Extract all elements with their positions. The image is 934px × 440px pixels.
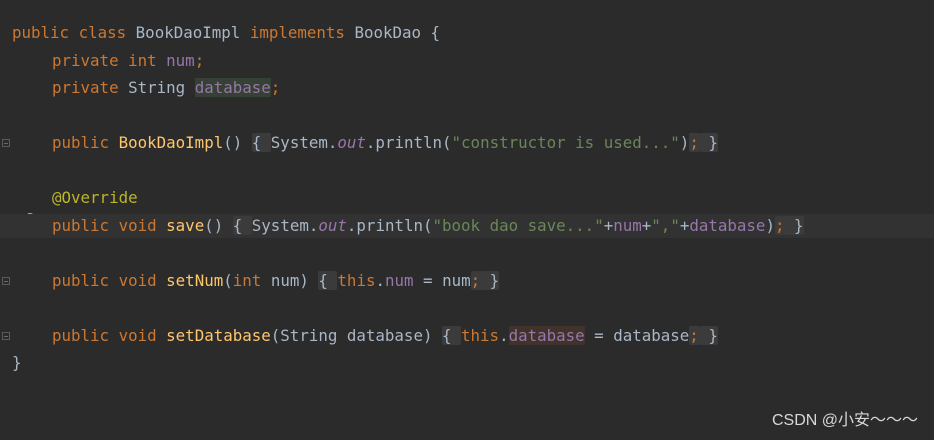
- keyword-void: void: [118, 271, 157, 290]
- keyword-this: this: [461, 326, 500, 345]
- keyword-public: public: [12, 23, 70, 42]
- code-line-save-method[interactable]: public void save() { System.out.println(…: [0, 214, 934, 238]
- close-brace: }: [12, 353, 22, 372]
- code-line-constructor[interactable]: public BookDaoImpl() { System.out.printl…: [12, 131, 718, 155]
- plus-operator: +: [641, 216, 652, 235]
- keyword-void: void: [118, 326, 157, 345]
- folded-open-brace[interactable]: {: [232, 216, 252, 235]
- keyword-public: public: [52, 271, 110, 290]
- open-brace: {: [430, 23, 441, 42]
- code-line-field-database[interactable]: private String database;: [12, 76, 280, 100]
- code-line-class-declaration[interactable]: public class BookDaoImpl implements Book…: [12, 21, 440, 45]
- string-literal-comma: ",": [651, 216, 680, 235]
- override-annotation: @Override: [52, 188, 138, 207]
- close-paren: ): [765, 216, 775, 235]
- code-line-field-num[interactable]: private int num;: [12, 49, 204, 73]
- println-call: .println(: [346, 216, 433, 235]
- keyword-private: private: [52, 78, 119, 97]
- parens: (): [204, 216, 224, 235]
- out-ref: out: [318, 216, 347, 235]
- string-literal: "constructor is used...": [451, 133, 680, 152]
- code-line-setnum-method[interactable]: public void setNum(int num) { this.num =…: [12, 269, 500, 293]
- keyword-private: private: [52, 51, 119, 70]
- fold-marker-icon[interactable]: [2, 277, 10, 285]
- code-line-setdatabase-method[interactable]: public void setDatabase(String database)…: [12, 324, 718, 348]
- params: (String database): [270, 326, 433, 345]
- folded-open-brace[interactable]: {: [441, 326, 462, 345]
- assignment: = num: [413, 271, 471, 290]
- field-num: num: [166, 51, 195, 70]
- keyword-public: public: [52, 133, 110, 152]
- keyword-implements: implements: [249, 23, 345, 42]
- assignment: = database: [584, 326, 690, 345]
- field-database-ref: database: [689, 216, 766, 235]
- semicolon: ;: [470, 271, 481, 290]
- folded-close-brace[interactable]: }: [698, 133, 718, 152]
- code-editor[interactable]: public class BookDaoImpl implements Book…: [0, 0, 934, 440]
- semicolon: ;: [270, 78, 281, 97]
- folded-close-brace[interactable]: }: [784, 216, 804, 235]
- dot: .: [499, 326, 509, 345]
- paren-open: (: [223, 271, 233, 290]
- parens: (): [223, 133, 243, 152]
- code-line-class-close[interactable]: }: [12, 351, 22, 375]
- fold-marker-icon[interactable]: [2, 332, 10, 340]
- keyword-this: this: [337, 271, 376, 290]
- println-call: .println(: [365, 133, 452, 152]
- semicolon: ;: [194, 51, 205, 70]
- keyword-int: int: [232, 271, 262, 290]
- system-ref: System.: [270, 133, 338, 152]
- close-paren: ): [679, 133, 690, 152]
- fold-marker-icon[interactable]: [2, 139, 10, 147]
- plus-operator: +: [603, 216, 614, 235]
- dot: .: [375, 271, 385, 290]
- keyword-public: public: [52, 216, 110, 235]
- param-num: num: [270, 271, 300, 290]
- field-database-ref: database: [508, 326, 585, 345]
- system-ref: System.: [251, 216, 319, 235]
- constructor-name: BookDaoImpl: [118, 133, 224, 152]
- keyword-public: public: [52, 326, 110, 345]
- field-num-ref: num: [613, 216, 642, 235]
- type-string: String: [128, 78, 186, 97]
- code-line-annotation[interactable]: @Override: [12, 186, 138, 210]
- out-ref: out: [337, 133, 366, 152]
- string-literal: "book dao save...": [432, 216, 604, 235]
- semicolon: ;: [689, 326, 699, 345]
- class-name: BookDaoImpl: [135, 23, 241, 42]
- plus-operator: +: [679, 216, 690, 235]
- keyword-void: void: [118, 216, 157, 235]
- method-name-setdatabase: setDatabase: [166, 326, 271, 345]
- keyword-class: class: [78, 23, 127, 42]
- semicolon: ;: [689, 133, 699, 152]
- keyword-int: int: [128, 51, 157, 70]
- folded-close-brace[interactable]: }: [480, 271, 500, 290]
- method-name-setnum: setNum: [166, 271, 224, 290]
- field-num-ref: num: [384, 271, 414, 290]
- field-database: database: [194, 78, 271, 97]
- interface-name: BookDao: [354, 23, 422, 42]
- watermark: CSDN @小安～～～: [771, 412, 918, 429]
- method-name-save: save: [166, 216, 205, 235]
- folded-open-brace[interactable]: {: [251, 133, 271, 152]
- folded-close-brace[interactable]: }: [698, 326, 718, 345]
- folded-open-brace[interactable]: {: [318, 271, 338, 290]
- paren-close: ): [299, 271, 309, 290]
